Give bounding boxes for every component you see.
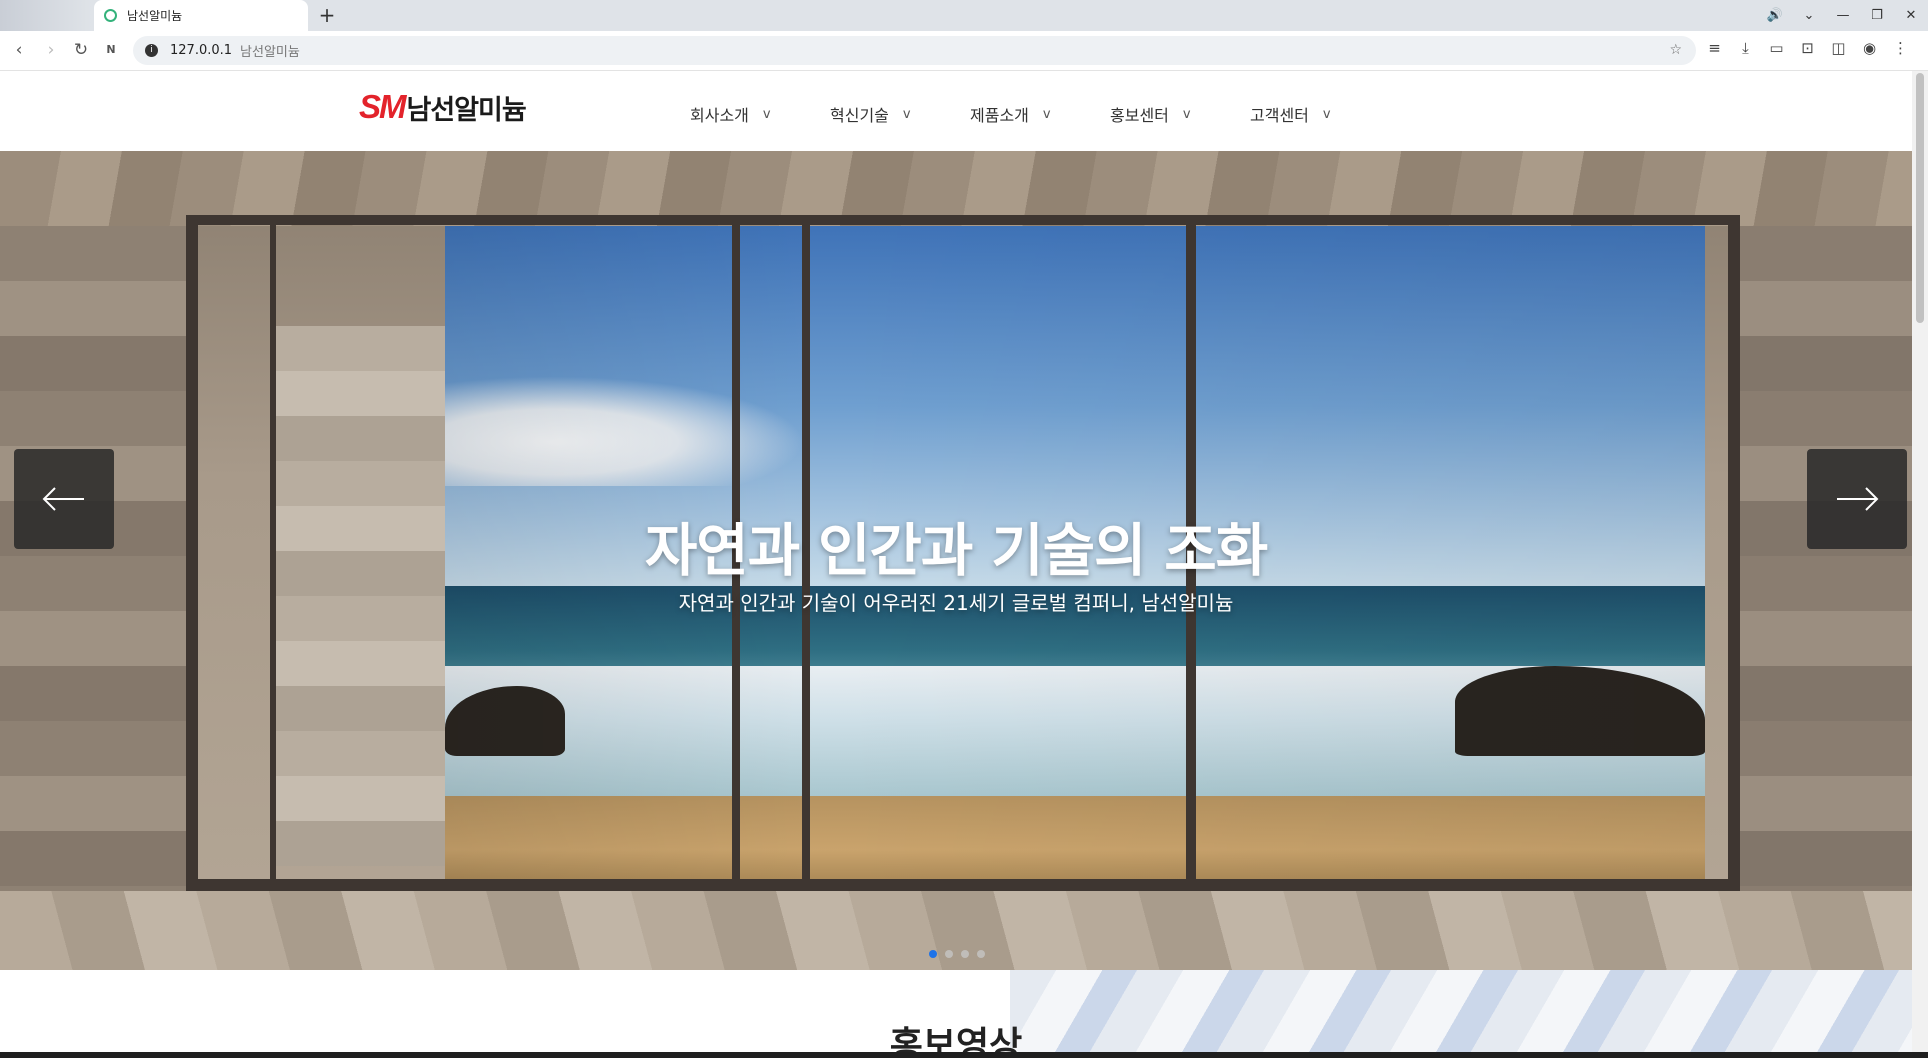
toolbar-icons: ≡ ⤓ ▭ ⊡ ◫ ◉ ⋮ [1699, 39, 1916, 57]
forward-icon[interactable]: › [40, 39, 62, 61]
menu-item-company[interactable]: 회사소개 v [690, 102, 830, 126]
tab-audio-icon[interactable]: 🔊 [1758, 8, 1792, 23]
hero-subtitle: 자연과 인간과 기술이 어우러진 21세기 글로벌 컴퍼니, 남선알미늄 [678, 591, 1234, 615]
window-controls: 🔊 ⌄ — ❐ ✕ [1758, 0, 1928, 31]
arrow-left-icon [42, 487, 84, 511]
screenshot-icon[interactable]: ⊡ [1792, 39, 1823, 57]
chevron-down-icon: v [1182, 106, 1191, 122]
os-taskbar [0, 1052, 1928, 1058]
close-window-button[interactable]: ✕ [1894, 8, 1928, 23]
menu-item-support[interactable]: 고객센터 v [1250, 102, 1390, 126]
site-info-icon[interactable]: i [145, 44, 158, 57]
logo-mark: SM [359, 88, 406, 125]
menu-item-products[interactable]: 제품소개 v [970, 102, 1110, 126]
page-scrollbar[interactable] [1912, 71, 1928, 1052]
naver-icon[interactable]: N [100, 39, 122, 61]
slider-dot[interactable] [929, 950, 937, 958]
pinned-tab[interactable] [0, 0, 92, 31]
minimize-button[interactable]: — [1826, 8, 1860, 23]
window-frame [186, 879, 1740, 891]
site-header: SM 남선알미늄 회사소개 v 혁신기술 v 제품소개 v 홍보센터 v 고객센… [0, 71, 1912, 151]
site-logo[interactable]: SM 남선알미늄 [359, 87, 527, 127]
arrow-right-icon [1837, 487, 1879, 511]
scrollbar-thumb[interactable] [1916, 73, 1924, 323]
tab-search-icon[interactable]: ⌄ [1792, 8, 1826, 23]
slider-dot[interactable] [961, 950, 969, 958]
menu-item-innovation[interactable]: 혁신기술 v [830, 102, 970, 126]
new-tab-button[interactable]: + [316, 4, 338, 26]
download-icon[interactable]: ⤓ [1730, 39, 1761, 57]
back-icon[interactable]: ‹ [8, 39, 30, 61]
hero-slider: 자연과 인간과 기술의 조화 자연과 인간과 기술이 어우러진 21세기 글로벌… [0, 151, 1912, 970]
more-icon[interactable]: ⋮ [1885, 39, 1916, 57]
menu-item-label: 홍보센터 [1110, 106, 1169, 125]
main-menu: 회사소개 v 혁신기술 v 제품소개 v 홍보센터 v 고객센터 v [690, 102, 1390, 126]
slider-dot[interactable] [977, 950, 985, 958]
hero-caption: 자연과 인간과 기술의 조화 자연과 인간과 기술이 어우러진 21세기 글로벌… [0, 517, 1912, 616]
hero-title: 자연과 인간과 기술의 조화 [644, 518, 1268, 584]
restore-button[interactable]: ❐ [1860, 8, 1894, 23]
active-tab[interactable]: 남선알미늄 [94, 0, 308, 31]
pr-video-section: 홍보영상 [0, 970, 1912, 1052]
window-frame [186, 215, 1740, 225]
logo-text: 남선알미늄 [406, 94, 527, 126]
cast-icon[interactable]: ▭ [1761, 39, 1792, 57]
menu-item-label: 혁신기술 [830, 106, 889, 125]
slider-dot[interactable] [945, 950, 953, 958]
url-page-title: 남선알미늄 [240, 45, 300, 60]
chevron-down-icon: v [762, 106, 771, 122]
section-title: 홍보영상 [889, 1025, 1023, 1052]
menu-item-pr[interactable]: 홍보센터 v [1110, 102, 1250, 126]
browser-toolbar: ‹ › ↻ N i 127.0.0.1 남선알미늄 ☆ ≡ ⤓ ▭ ⊡ ◫ ◉ … [0, 31, 1928, 71]
slider-prev-button[interactable] [14, 449, 114, 549]
menu-item-label: 고객센터 [1250, 106, 1309, 125]
menu-item-label: 회사소개 [690, 106, 749, 125]
reload-icon[interactable]: ↻ [70, 39, 92, 61]
slider-next-button[interactable] [1807, 449, 1907, 549]
slider-pagination [929, 950, 993, 958]
profile-icon[interactable]: ◉ [1854, 39, 1885, 57]
url-text: 127.0.0.1 [170, 43, 233, 58]
tab-title: 남선알미늄 [127, 9, 183, 23]
chevron-down-icon: v [902, 106, 911, 122]
sidebar-icon[interactable]: ◫ [1823, 39, 1854, 57]
browser-tab-strip: 남선알미늄 + 🔊 ⌄ — ❐ ✕ [0, 0, 1928, 31]
hero-floor [0, 891, 1912, 970]
menu-item-label: 제품소개 [970, 106, 1029, 125]
chevron-down-icon: v [1042, 106, 1051, 122]
address-bar[interactable]: i 127.0.0.1 남선알미늄 ☆ [133, 36, 1696, 65]
chevron-down-icon: v [1322, 106, 1331, 122]
bookmark-star-icon[interactable]: ☆ [1669, 42, 1682, 58]
tab-favicon-icon [104, 9, 117, 22]
reading-list-icon[interactable]: ≡ [1699, 39, 1730, 57]
